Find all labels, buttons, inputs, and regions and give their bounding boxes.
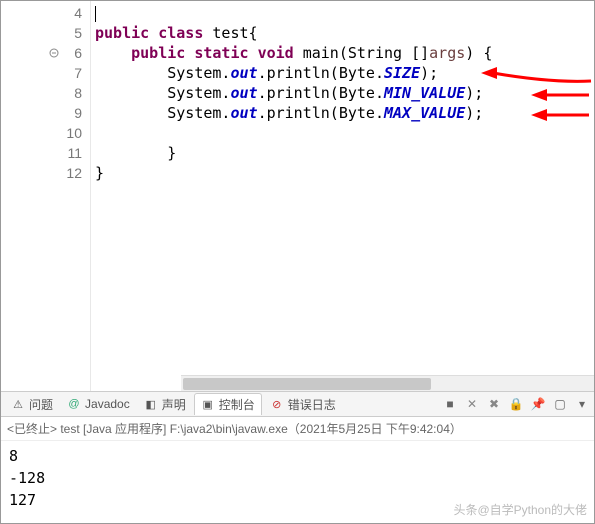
text-cursor	[95, 6, 96, 22]
line-number: 12	[1, 163, 90, 183]
fold-marker-icon	[49, 48, 59, 58]
open-console-button[interactable]: ▾	[574, 396, 590, 412]
code-line: public static void main(String []args) {	[91, 43, 594, 63]
tab-label: 问题	[29, 396, 53, 413]
terminate-button[interactable]: ■	[442, 396, 458, 412]
code-line: System.out.println(Byte.MAX_VALUE);	[91, 103, 594, 123]
javadoc-icon: @	[67, 397, 81, 411]
problems-icon: ⚠	[11, 397, 25, 411]
code-line: System.out.println(Byte.MIN_VALUE);	[91, 83, 594, 103]
remove-button[interactable]: ✕	[464, 396, 480, 412]
scroll-lock-button[interactable]: 🔒	[508, 396, 524, 412]
code-line: public class test{	[91, 23, 594, 43]
tab-errorlog[interactable]: ⊘ 错误日志	[264, 394, 342, 415]
horizontal-scrollbar[interactable]	[181, 375, 594, 391]
code-line	[91, 123, 594, 143]
code-line: System.out.println(Byte.SIZE);	[91, 63, 594, 83]
errorlog-icon: ⊘	[270, 397, 284, 411]
code-line: }	[91, 143, 594, 163]
line-number: 5	[1, 23, 90, 43]
line-number: 9	[1, 103, 90, 123]
output-line: -128	[9, 467, 586, 489]
tab-console[interactable]: ▣ 控制台	[194, 393, 262, 415]
console-toolbar: ■ ✕ ✖ 🔒 📌 ▢ ▾	[442, 396, 590, 412]
view-tabs: ⚠ 问题 @ Javadoc ◧ 声明 ▣ 控制台 ⊘ 错误日志 ■ ✕ ✖ 🔒 📌 ▢ …	[1, 391, 594, 417]
tab-label: 错误日志	[288, 396, 336, 413]
line-number: 7	[1, 63, 90, 83]
code-content[interactable]: public class test{ public static void ma…	[91, 1, 594, 391]
code-line: }	[91, 163, 594, 183]
remove-all-button[interactable]: ✖	[486, 396, 502, 412]
display-button[interactable]: ▢	[552, 396, 568, 412]
line-number: 4	[1, 3, 90, 23]
watermark-text: 头条@自学Python的大佬	[453, 501, 587, 518]
tab-label: Javadoc	[85, 397, 130, 411]
line-number: 10	[1, 123, 90, 143]
tab-javadoc[interactable]: @ Javadoc	[61, 395, 136, 413]
line-gutter: 4 5 6 7 8 9 10 11 12	[1, 1, 91, 391]
line-number: 11	[1, 143, 90, 163]
code-editor: 4 5 6 7 8 9 10 11 12 public class test{ …	[1, 1, 594, 391]
tab-label: 控制台	[219, 396, 255, 413]
line-number: 8	[1, 83, 90, 103]
output-line: 8	[9, 445, 586, 467]
line-number: 6	[1, 43, 90, 63]
code-line	[91, 3, 594, 23]
pin-button[interactable]: 📌	[530, 396, 546, 412]
tab-declaration[interactable]: ◧ 声明	[138, 394, 192, 415]
tab-problems[interactable]: ⚠ 问题	[5, 394, 59, 415]
tab-label: 声明	[162, 396, 186, 413]
declaration-icon: ◧	[144, 397, 158, 411]
console-icon: ▣	[201, 398, 215, 412]
console-status: <已终止> test [Java 应用程序] F:\java2\bin\java…	[1, 417, 594, 441]
